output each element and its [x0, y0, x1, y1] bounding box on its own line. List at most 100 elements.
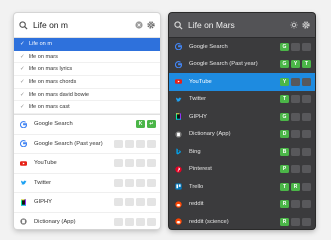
shortcut-key[interactable] — [114, 139, 123, 148]
shortcut-key[interactable]: D — [280, 130, 289, 139]
suggestion-item[interactable]: ✓ life on mars david bowie — [14, 89, 160, 102]
shortcut-key[interactable]: G — [280, 42, 289, 51]
engine-item-twitter[interactable]: Twitter — [14, 174, 160, 194]
engine-item-google-search[interactable]: Google Search G — [169, 38, 315, 56]
engine-item-giphy[interactable]: GIPHY — [14, 193, 160, 213]
shortcut-key[interactable]: T — [302, 60, 311, 69]
shortcut-key[interactable] — [136, 178, 145, 187]
gear-icon[interactable] — [147, 21, 155, 29]
engine-item-google-search-past-year[interactable]: Google Search (Past year) G Y T — [169, 56, 315, 74]
engine-name: Google Search — [34, 121, 73, 128]
shortcut-key[interactable]: ↵ — [147, 120, 156, 129]
engine-item-reddit[interactable]: reddit R — [169, 196, 315, 214]
engine-item-bing[interactable]: Bing B — [169, 143, 315, 161]
shortcut-keys — [112, 178, 156, 187]
search-input[interactable]: Life on Mars — [188, 20, 286, 30]
shortcut-key[interactable] — [291, 165, 300, 174]
shortcut-keys: P — [278, 165, 311, 174]
engine-name: Google Search — [189, 43, 228, 50]
engine-item-reddit-science[interactable]: reddit (science) R — [169, 213, 315, 229]
shortcut-key[interactable]: K — [136, 120, 145, 129]
shortcut-key[interactable] — [302, 77, 311, 86]
engine-item-youtube[interactable]: YouTube — [14, 154, 160, 174]
clear-icon[interactable] — [135, 21, 143, 29]
shortcut-key[interactable] — [302, 130, 311, 139]
suggestion-text: life on mars lyrics — [29, 66, 73, 73]
shortcut-key[interactable] — [147, 178, 156, 187]
shortcut-keys: R — [278, 200, 311, 209]
engine-item-giphy[interactable]: GIPHY G — [169, 108, 315, 126]
shortcut-key[interactable] — [302, 217, 311, 226]
suggestion-item[interactable]: ✓ Life on m — [14, 38, 160, 51]
shortcut-key[interactable]: B — [280, 147, 289, 156]
shortcut-key[interactable] — [302, 165, 311, 174]
shortcut-key[interactable] — [291, 112, 300, 121]
shortcut-key[interactable] — [136, 159, 145, 168]
shortcut-key[interactable]: R — [291, 182, 300, 191]
shortcut-keys: K ↵ — [134, 120, 156, 129]
shortcut-key[interactable] — [136, 139, 145, 148]
shortcut-key[interactable] — [302, 112, 311, 121]
shortcut-key[interactable]: T — [280, 182, 289, 191]
search-bar: Life on Mars — [169, 13, 315, 38]
suggestion-item[interactable]: ✓ life on mars lyrics — [14, 63, 160, 77]
shortcut-key[interactable] — [147, 139, 156, 148]
shortcut-key[interactable] — [125, 159, 134, 168]
engine-name: Bing — [189, 148, 201, 155]
suggestion-text: life on mars chords — [29, 78, 77, 85]
shortcut-key[interactable]: Y — [280, 77, 289, 86]
shortcut-key[interactable] — [291, 200, 300, 209]
shortcut-key[interactable]: G — [280, 60, 289, 69]
shortcut-key[interactable] — [136, 198, 145, 207]
search-input[interactable]: Life on m — [33, 20, 131, 30]
shortcut-key[interactable] — [291, 42, 300, 51]
search-icon — [174, 20, 183, 30]
shortcut-key[interactable]: Y — [291, 60, 300, 69]
shortcut-key[interactable] — [302, 42, 311, 51]
shortcut-key[interactable] — [302, 200, 311, 209]
shortcut-key[interactable] — [125, 178, 134, 187]
shortcut-key[interactable] — [125, 217, 134, 226]
shortcut-key[interactable]: P — [280, 165, 289, 174]
check-icon: ✓ — [20, 41, 25, 48]
suggestion-item[interactable]: ✓ life on mars — [14, 51, 160, 64]
shortcut-keys — [112, 198, 156, 207]
shortcut-key[interactable] — [147, 198, 156, 207]
shortcut-key[interactable] — [114, 217, 123, 226]
shortcut-key[interactable]: R — [280, 217, 289, 226]
shortcut-keys: R — [278, 217, 311, 226]
engine-name: Trello — [189, 183, 204, 190]
shortcut-key[interactable] — [147, 159, 156, 168]
shortcut-keys: TR — [278, 182, 311, 191]
engine-item-dictionary-app[interactable]: Dictionary (App) — [14, 213, 160, 229]
shortcut-key[interactable] — [136, 217, 145, 226]
shortcut-key[interactable] — [302, 95, 311, 104]
suggestion-item[interactable]: ✓ life on mars cast — [14, 101, 160, 115]
shortcut-key[interactable] — [147, 217, 156, 226]
engine-item-twitter[interactable]: Twitter T — [169, 91, 315, 109]
gear-icon[interactable] — [302, 21, 310, 29]
engine-item-youtube[interactable]: YouTube Y — [169, 73, 315, 91]
suggestion-item[interactable]: ✓ life on mars chords — [14, 76, 160, 89]
shortcut-key[interactable]: T — [280, 95, 289, 104]
shortcut-key[interactable] — [114, 178, 123, 187]
shortcut-key[interactable]: R — [280, 200, 289, 209]
engine-item-trello[interactable]: Trello T R — [169, 178, 315, 196]
engine-item-google-search-past-year[interactable]: Google Search (Past year) — [14, 135, 160, 155]
shortcut-key[interactable]: G — [280, 112, 289, 121]
shortcut-key[interactable] — [125, 139, 134, 148]
shortcut-key[interactable] — [114, 159, 123, 168]
engine-item-pinterest[interactable]: Pinterest P — [169, 161, 315, 179]
shortcut-key[interactable] — [291, 217, 300, 226]
shortcut-key[interactable] — [302, 182, 311, 191]
sun-icon[interactable] — [290, 21, 298, 29]
engine-item-dictionary-app[interactable]: Dictionary (App) D — [169, 126, 315, 144]
shortcut-key[interactable] — [291, 77, 300, 86]
shortcut-key[interactable] — [291, 147, 300, 156]
shortcut-key[interactable] — [291, 130, 300, 139]
shortcut-key[interactable] — [125, 198, 134, 207]
shortcut-key[interactable] — [291, 95, 300, 104]
engine-item-google-search[interactable]: Google Search K ↵ — [14, 115, 160, 135]
shortcut-key[interactable] — [302, 147, 311, 156]
shortcut-key[interactable] — [114, 198, 123, 207]
